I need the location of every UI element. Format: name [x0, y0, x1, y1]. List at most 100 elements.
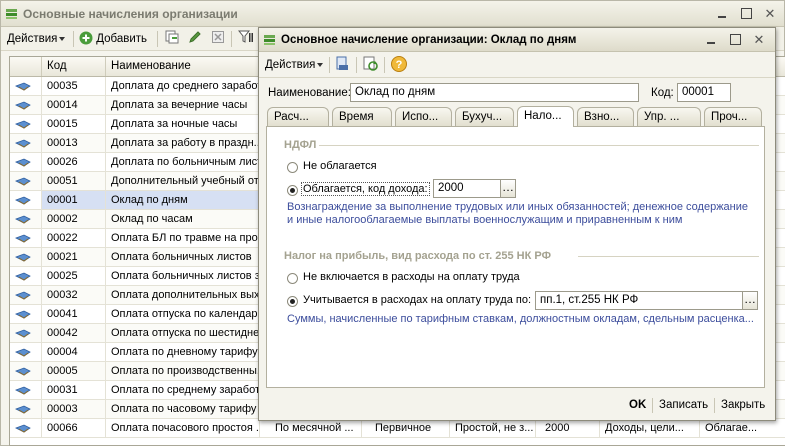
dialog-maximize-button[interactable] — [727, 32, 743, 47]
toolbar-divider — [231, 31, 232, 47]
accrual-icon — [15, 253, 31, 262]
name-input[interactable]: Оклад по дням — [350, 83, 639, 102]
included-label[interactable]: Учитывается в расходах на оплату труда п… — [303, 294, 531, 306]
code-label: Код: — [651, 87, 674, 99]
close-dialog-button[interactable]: Закрыть — [721, 399, 765, 411]
add-button[interactable]: Добавить — [79, 30, 147, 48]
included-radio[interactable] — [287, 296, 298, 307]
accrual-icon — [15, 158, 31, 167]
name-cell: Оплата больничных листов з... — [106, 267, 260, 285]
code-cell: 00031 — [42, 381, 106, 399]
delete-icon — [212, 31, 224, 43]
table-cell: По месячной ... — [270, 419, 362, 437]
accrual-icon — [15, 310, 31, 319]
tab-5[interactable]: Нало... — [517, 106, 574, 127]
code-cell: 00002 — [42, 210, 106, 228]
main-window-titlebar[interactable]: Основные начисления организации ✕ — [1, 1, 784, 27]
income-code-select-button[interactable]: … — [500, 179, 516, 198]
name-cell: Оклад по дням — [106, 191, 260, 209]
tab-2[interactable]: Время — [332, 107, 392, 126]
accrual-icon — [15, 329, 31, 338]
name-label: Наименование: — [268, 87, 351, 99]
tab-7[interactable]: Упр. ... — [637, 107, 701, 126]
taxed-label[interactable]: Облагается, код дохода: — [301, 182, 430, 196]
expense-article-description: Суммы, начисленные по тарифным ставкам, … — [287, 313, 754, 325]
actions-menu[interactable]: Действия — [7, 30, 66, 48]
toolbar-divider — [73, 31, 74, 47]
dialog-close-button[interactable]: ✕ — [751, 32, 767, 47]
row-icon-cell — [10, 343, 42, 361]
dialog-actions-menu[interactable]: Действия — [265, 56, 324, 74]
toolbar-divider — [157, 31, 158, 47]
name-column-header[interactable]: Наименование — [106, 57, 260, 76]
code-cell: 00032 — [42, 286, 106, 304]
dialog-footer: OK Записать Закрыть — [259, 390, 775, 420]
code-cell: 00035 — [42, 77, 106, 95]
accrual-icon — [15, 291, 31, 300]
section-divider — [578, 256, 759, 257]
tab-6[interactable]: Взно... — [577, 107, 634, 126]
name-cell: Доплата за вечерние часы — [106, 96, 260, 114]
dialog-actions-label: Действия — [265, 59, 316, 71]
app-icon — [6, 9, 17, 19]
accrual-icon — [15, 177, 31, 186]
code-cell: 00021 — [42, 248, 106, 266]
income-code-input[interactable]: 2000 — [433, 179, 501, 198]
name-cell: Оплата по часовому тарифу — [106, 400, 260, 418]
maximize-button[interactable] — [738, 6, 754, 21]
icon-column-header — [10, 57, 42, 76]
reread-button[interactable] — [363, 56, 378, 74]
row-icon-cell — [10, 400, 42, 418]
main-window-title: Основные начисления организации — [23, 7, 238, 21]
dialog-minimize-button[interactable] — [703, 32, 719, 47]
not-included-radio[interactable] — [287, 273, 298, 284]
row-icon-cell — [10, 191, 42, 209]
taxed-radio[interactable] — [287, 185, 298, 196]
not-taxed-radio[interactable] — [287, 162, 298, 173]
tab-4[interactable]: Бухуч... — [455, 107, 514, 126]
expense-article-input[interactable]: пп.1, ст.255 НК РФ — [535, 291, 743, 310]
code-column-header[interactable]: Код — [42, 57, 106, 76]
expense-article-select-button[interactable]: … — [742, 291, 758, 310]
accrual-icon — [15, 386, 31, 395]
name-cell: Оплата по производственны... — [106, 362, 260, 380]
app-icon — [264, 35, 275, 45]
edit-button[interactable] — [188, 30, 202, 48]
minimize-button[interactable] — [714, 6, 730, 21]
save-close-button[interactable] — [335, 56, 350, 74]
ndfl-section-header: НДФЛ — [284, 139, 317, 151]
copy-button[interactable] — [165, 30, 179, 48]
close-button[interactable]: ✕ — [762, 6, 778, 21]
svg-text:?: ? — [396, 59, 403, 71]
not-included-label[interactable]: Не включается в расходы на оплату труда — [303, 271, 520, 283]
dialog-titlebar[interactable]: Основное начисление организации: Оклад п… — [259, 28, 775, 52]
filter-button[interactable] — [237, 30, 254, 48]
delete-button[interactable] — [211, 30, 225, 48]
code-cell: 00015 — [42, 115, 106, 133]
footer-divider — [652, 398, 653, 413]
table-row[interactable]: 00066 Оплата почасового простоя ... По мес… — [10, 419, 785, 438]
help-icon: ? — [391, 56, 407, 72]
tab-3[interactable]: Испо... — [395, 107, 452, 126]
dialog-title: Основное начисление организации: Оклад п… — [281, 34, 577, 46]
code-cell: 00066 — [42, 419, 106, 437]
table-cell: 2000 — [540, 419, 600, 437]
accrual-icon — [15, 101, 31, 110]
tab-1[interactable]: Расч... — [267, 107, 329, 126]
ok-button[interactable]: OK — [629, 399, 646, 411]
code-cell: 00025 — [42, 267, 106, 285]
save-button[interactable]: Записать — [659, 399, 708, 411]
code-cell: 00026 — [42, 153, 106, 171]
refresh-icon — [363, 56, 378, 71]
row-icon-cell — [10, 381, 42, 399]
help-button[interactable]: ? — [391, 56, 407, 74]
code-cell: 00042 — [42, 324, 106, 342]
code-input[interactable]: 00001 — [677, 83, 731, 102]
code-cell: 00013 — [42, 134, 106, 152]
name-cell: Оплата БЛ по травме на про... — [106, 229, 260, 247]
not-taxed-label[interactable]: Не облагается — [303, 160, 377, 172]
code-cell: 00014 — [42, 96, 106, 114]
copy-icon — [165, 30, 179, 44]
tab-8[interactable]: Проч... — [704, 107, 762, 126]
row-icon-cell — [10, 210, 42, 228]
